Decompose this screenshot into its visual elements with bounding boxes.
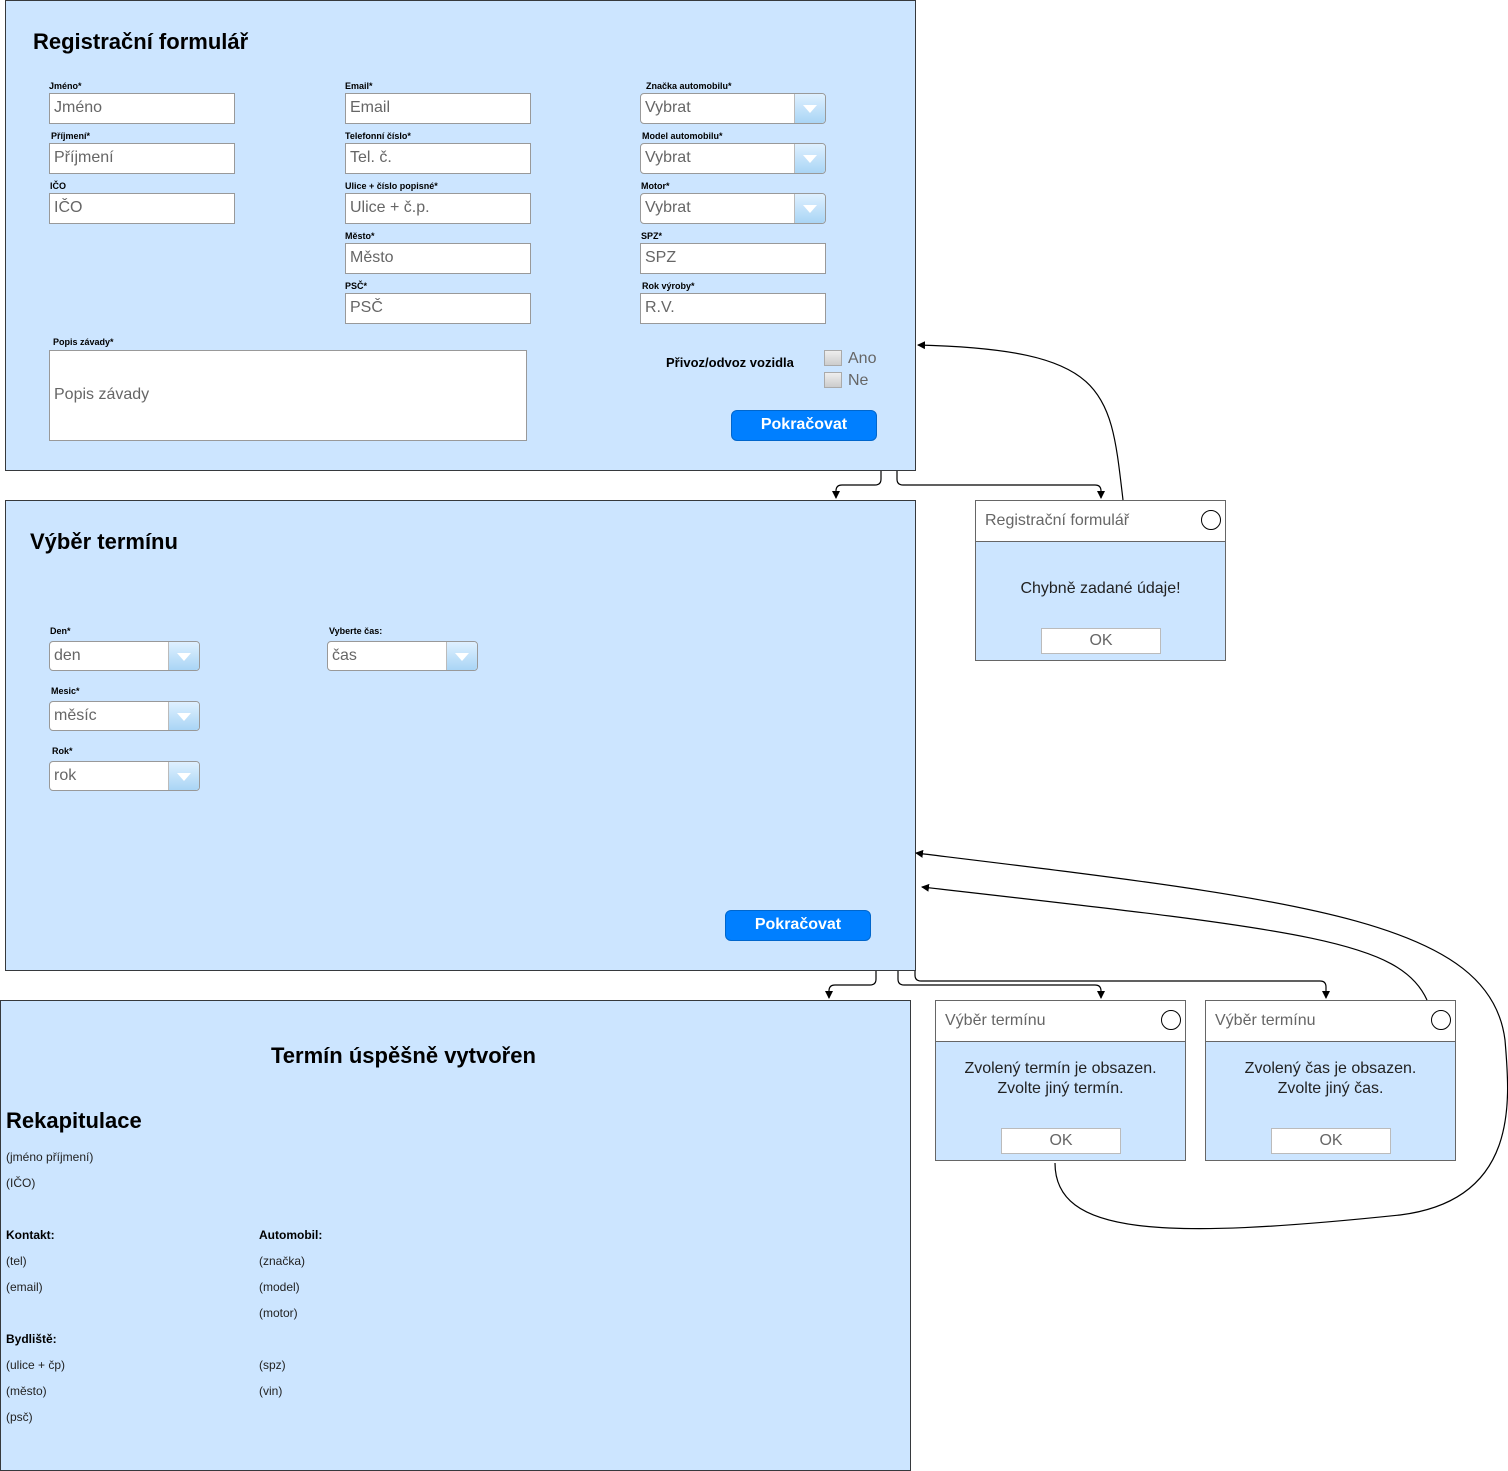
- connector-term-to-term-dialog: [897, 971, 1105, 999]
- flow-connectors: [825, 341, 1508, 1230]
- connector-reg-to-error: [896, 471, 1105, 499]
- connector-time-dialog-to-term: [921, 883, 1428, 1001]
- connector-reg-to-term: [832, 471, 882, 499]
- connector-term-to-success: [825, 971, 877, 999]
- connector-error-to-reg: [917, 341, 1124, 501]
- connector-term-dialog-to-term: [915, 849, 1508, 1230]
